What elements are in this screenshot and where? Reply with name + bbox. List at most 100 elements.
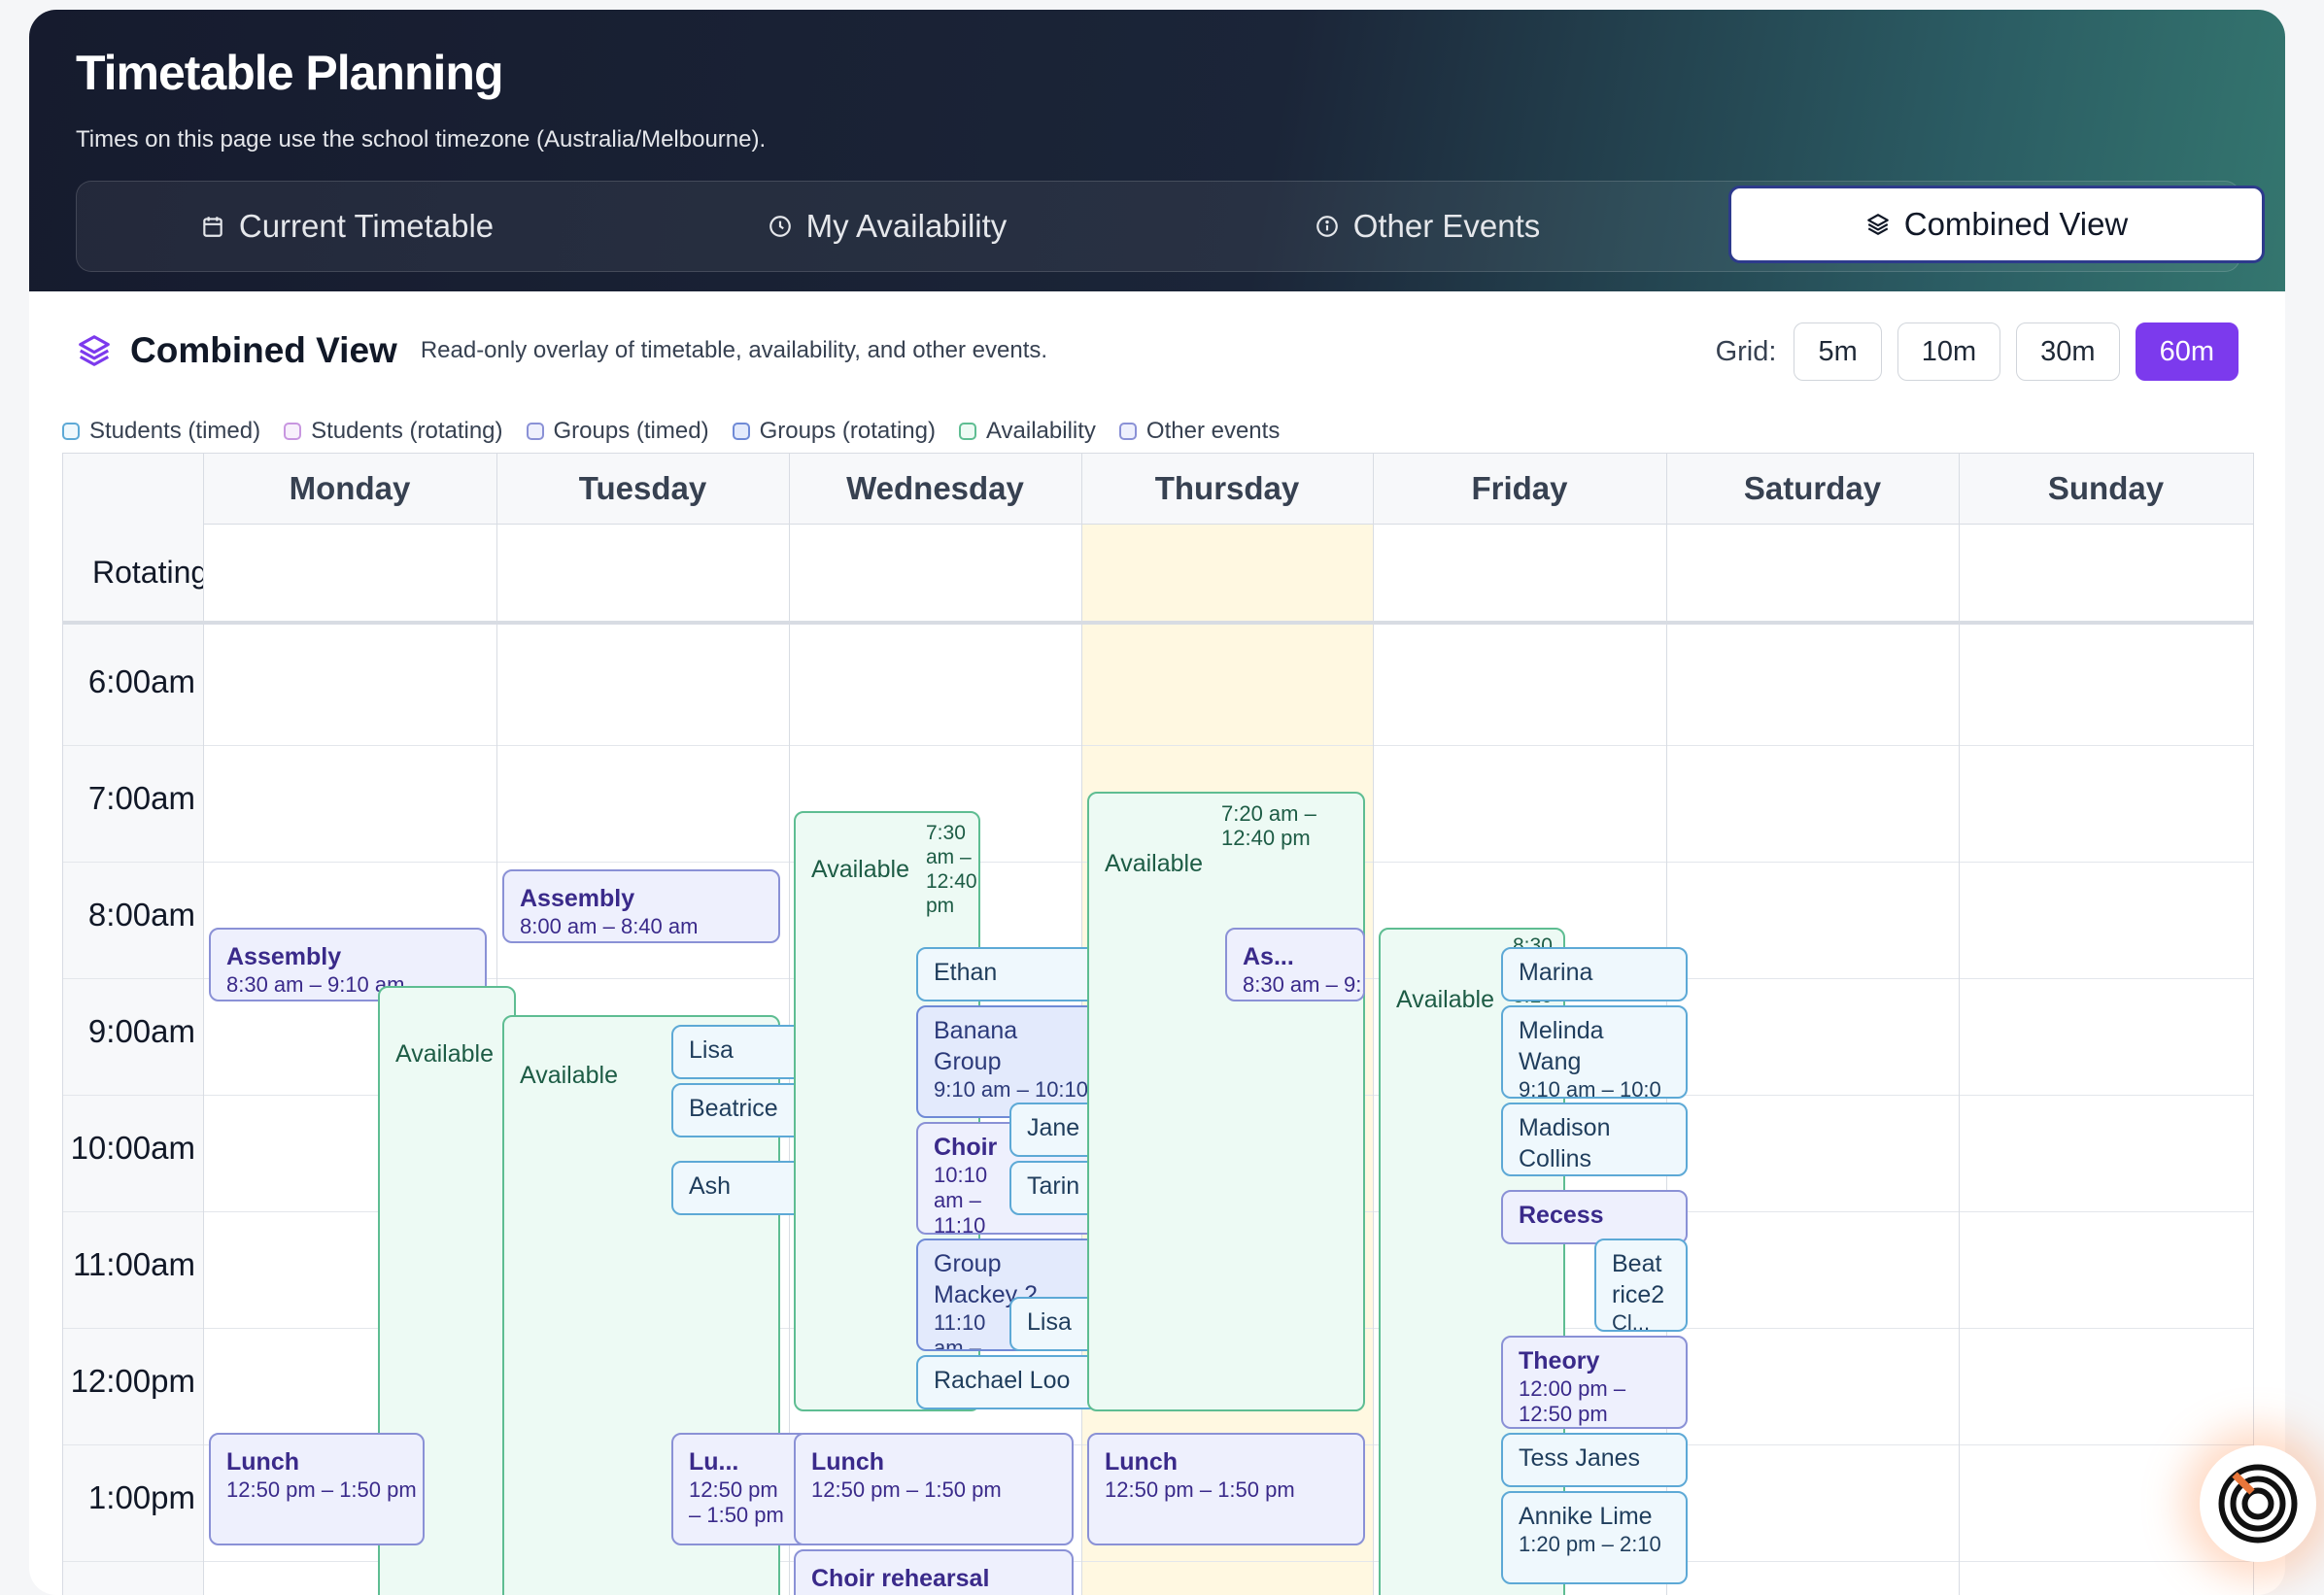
event-title: Lunch [811,1448,884,1476]
time-label: 1:00pm [87,1479,195,1515]
legend-item: Other events [1118,418,1280,445]
event-title: Rachael Loo [934,1367,1071,1394]
event-lunch[interactable]: Lunch 12:50 pm – 1:50 pm [1087,1433,1365,1545]
event-time: 12:00 pm – 12:50 pm [1519,1376,1626,1426]
week-calendar: Monday Tuesday Wednesday Thursday Friday… [62,453,2254,1595]
legend-label: Groups (rotating) [759,418,936,444]
day-thursday: Thursday [1154,470,1300,506]
swatch [284,423,302,440]
event-title: Recess [1519,1202,1604,1229]
grid-30m-button[interactable]: 30m [2016,322,2120,381]
day-sunday: Sunday [2047,470,2165,506]
event-student[interactable]: Ash [671,1161,809,1215]
event-title: Lunch [1105,1448,1178,1476]
legend: Students (timed) Students (rotating) Gro… [62,418,1280,445]
legend-label: Availability [985,418,1096,444]
time-label: 9:00am [87,1013,195,1049]
event-title: Lisa [1027,1308,1072,1336]
event-theory[interactable]: Theory 12:00 pm – 12:50 pm [1501,1336,1688,1429]
event-title: Madison Collins [1519,1114,1611,1172]
event-lunch[interactable]: Lu... 12:50 pm – 1:50 pm [671,1433,809,1545]
info-icon [1316,216,1338,237]
event-lunch[interactable]: Lunch 12:50 pm – 1:50 pm [794,1433,1074,1545]
swatch [958,423,976,440]
event-time: 12:50 pm – 1:50 pm [226,1477,417,1502]
event-time: 12:50 pm – 1:50 pm [811,1477,1002,1502]
event-assembly[interactable]: Assembly 8:00 am – 8:40 am [502,869,780,943]
event-student[interactable]: Marina [1501,947,1688,1001]
event-title: Jane [1027,1114,1080,1141]
spiral-icon [2218,1464,2298,1544]
event-title: Assembly [520,885,635,912]
event-title: Assembly [226,943,342,970]
combined-view-heading: Combined View Read-only overlay of timet… [76,330,1047,371]
swatch [732,423,750,440]
event-time: 10:10 am – 11:10 am [934,1163,988,1235]
event-student[interactable]: Lisa [671,1025,809,1079]
event-time: 1:20 pm – 2:10 [1519,1532,1661,1556]
event-time: 9:10 am – 10:0 [1519,1077,1661,1099]
tab-current-timetable[interactable]: Current Timetable [77,182,617,271]
event-title: Choir rehearsal [811,1565,990,1592]
assistant-button[interactable] [2200,1445,2316,1562]
event-student[interactable]: Beatrice [671,1083,809,1137]
time-column: 6:00am 7:00am 8:00am 9:00am 10:00am 11:0… [63,625,203,1595]
legend-item: Groups (rotating) [732,418,936,445]
tab-combined-view[interactable]: Combined View [1728,186,2265,263]
time-label: 11:00am [73,1246,195,1282]
event-student[interactable]: Madison Collins [1501,1103,1688,1176]
event-title: Available [395,1040,495,1068]
event-time: 7:20 am – 12:40 pm [1221,801,1316,850]
swatch [526,423,544,440]
event-student[interactable]: Annike Lime 1:20 pm – 2:10 [1501,1491,1688,1584]
event-time: 12:50 pm – 1:50 pm [1105,1477,1295,1502]
event-title: Marina [1519,959,1593,986]
event-title: Available [1105,850,1204,877]
calendar-icon [203,217,222,237]
event-title: Annike Lime [1519,1503,1653,1530]
event-title: Beat rice2 [1612,1250,1665,1308]
grid-10m-button[interactable]: 10m [1897,322,2001,381]
tab-my-availability[interactable]: My Availability [617,182,1157,271]
event-title: Tarin [1027,1172,1080,1200]
grid-label: Grid: [1715,335,1777,367]
rotating-label: Rotating [63,524,203,621]
event-assembly[interactable]: As...8:30 am – 9:10 am [1225,928,1365,1001]
legend-item: Groups (timed) [526,418,709,445]
event-title: Banana Group [934,1017,1018,1075]
event-lunch[interactable]: Lunch 12:50 pm – 1:50 pm [209,1433,425,1545]
time-label: 8:00am [87,897,195,933]
tab-label: My Availability [805,208,1008,244]
availability-block[interactable]: Available 7:20 am – 12:40 pm [1087,792,1365,1411]
event-student[interactable]: Beat rice2 Cl... [1594,1239,1688,1332]
event-time: 7:30 am – 12:40 pm [926,822,977,917]
day-saturday: Saturday [1743,470,1882,506]
event-student[interactable]: Melinda Wang 9:10 am – 10:0 [1501,1005,1688,1099]
legend-item: Students (timed) [62,418,260,445]
event-group[interactable]: Banana Group9:10 am – 10:10 am [916,1005,1103,1118]
tab-other-events[interactable]: Other Events [1157,182,1697,271]
tab-label: Current Timetable [238,208,495,244]
section-description: Read-only overlay of timetable, availabi… [420,337,1048,363]
event-student[interactable]: Tess Janes [1501,1433,1688,1487]
event-title: Melinda Wang [1519,1017,1604,1075]
event-time: Cl... [1612,1310,1651,1332]
event-student[interactable]: Ethan [916,947,1103,1001]
page-card: Timetable Planning Times on this page us… [29,10,2285,1595]
day-tuesday: Tuesday [578,470,707,506]
legend-label: Students (rotating) [311,418,503,444]
event-time: 12:50 pm – 1:50 pm [689,1477,784,1527]
event-title: Ash [689,1172,732,1200]
legend-item: Students (rotating) [284,418,503,445]
day-header-row: Monday Tuesday Wednesday Thursday Friday… [63,454,2253,525]
grid-5m-button[interactable]: 5m [1794,322,1882,381]
legend-label: Groups (timed) [553,418,709,444]
grid-60m-button[interactable]: 60m [2135,322,2239,381]
view-tabs: Current Timetable My Availability Other … [76,181,2265,272]
event-student[interactable]: Rachael Loo [916,1355,1103,1409]
event-choir-rehearsal[interactable]: Choir rehearsal [794,1549,1074,1595]
day-monday: Monday [289,470,411,506]
layers-icon [1866,214,1889,235]
hour-line [63,745,2253,746]
event-recess[interactable]: Recess [1501,1190,1688,1244]
